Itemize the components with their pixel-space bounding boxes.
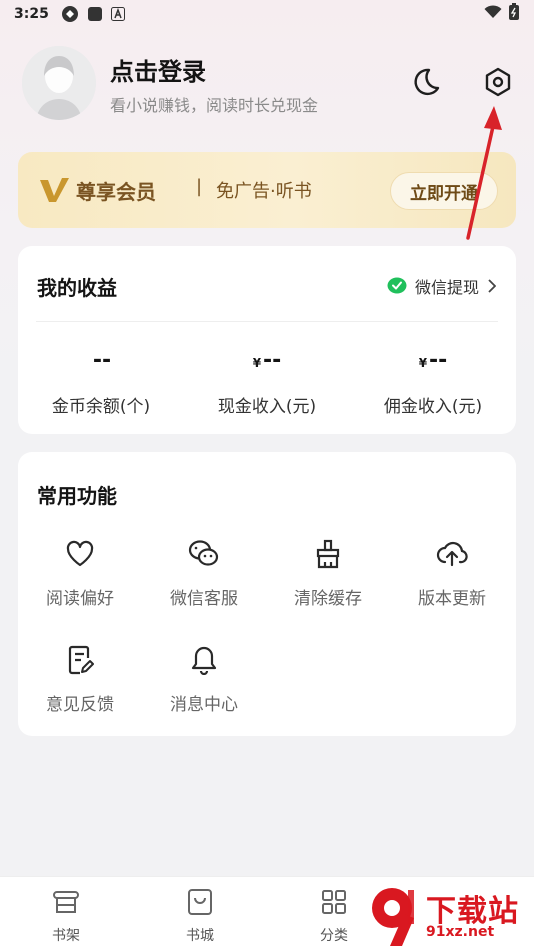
func-reading-preference[interactable]: 阅读偏好 xyxy=(18,534,142,609)
stat-value: -- xyxy=(92,348,112,373)
app-icon xyxy=(61,5,79,23)
vip-banner[interactable]: 尊享会员 | 免广告·听书 立即开通 xyxy=(18,152,516,228)
func-clear-cache[interactable]: 清除缓存 xyxy=(266,534,390,609)
moon-icon xyxy=(411,67,441,101)
func-label: 消息中心 xyxy=(170,695,238,715)
divider xyxy=(36,321,498,322)
vip-subtitle: 免广告·听书 xyxy=(216,181,312,202)
profile-header: 点击登录 看小说赚钱，阅读时长兑现金 xyxy=(22,46,512,126)
wifi-icon xyxy=(484,5,502,23)
feedback-icon xyxy=(18,640,142,680)
a-icon xyxy=(110,7,125,21)
func-label: 意见反馈 xyxy=(46,695,114,715)
watermark-url: 91xz.net xyxy=(426,924,495,940)
battery-icon xyxy=(508,3,520,25)
func-label: 阅读偏好 xyxy=(46,589,114,609)
functions-title: 常用功能 xyxy=(37,484,117,508)
stat-value: ¥-- xyxy=(252,348,282,373)
func-label: 微信客服 xyxy=(170,589,238,609)
login-subtitle: 看小说赚钱，阅读时长兑现金 xyxy=(110,96,319,115)
stat-coin-balance[interactable]: -- 金币余额(个) xyxy=(18,348,184,417)
tab-bookshelf[interactable]: 书架 xyxy=(16,887,116,945)
tab-label: 书城 xyxy=(186,928,214,944)
watermark-logo xyxy=(360,884,424,950)
stat-value: ¥-- xyxy=(418,348,448,373)
stat-label: 现金收入(元) xyxy=(217,397,317,417)
vip-open-button[interactable]: 立即开通 xyxy=(390,172,498,210)
cloud-upload-icon xyxy=(390,534,514,574)
func-label: 清除缓存 xyxy=(294,589,362,609)
stat-label: 佣金收入(元) xyxy=(383,397,483,417)
common-functions-card: 常用功能 阅读偏好 微信客服 清除缓存 版本更新 意见反馈 消息中心 xyxy=(18,452,516,736)
watermark: 下载站 91xz.net xyxy=(360,884,528,948)
bookstore-icon xyxy=(185,887,215,917)
stat-cash-income[interactable]: ¥-- 现金收入(元) xyxy=(184,348,350,417)
vip-label: 尊享会员 xyxy=(76,180,156,204)
stat-label: 金币余额(个) xyxy=(51,397,151,417)
bell-icon xyxy=(142,640,266,680)
func-wechat-service[interactable]: 微信客服 xyxy=(142,534,266,609)
login-title[interactable]: 点击登录 xyxy=(110,52,206,87)
vip-separator: | xyxy=(196,176,203,197)
heart-icon xyxy=(18,534,142,574)
earnings-card: 我的收益 微信提现 -- 金币余额(个) ¥-- 现金收入(元) ¥-- 佣金收… xyxy=(18,246,516,434)
bookshelf-icon xyxy=(51,887,81,917)
func-feedback[interactable]: 意见反馈 xyxy=(18,640,142,715)
earnings-title: 我的收益 xyxy=(37,276,117,300)
func-version-update[interactable]: 版本更新 xyxy=(390,534,514,609)
hexagon-settings-icon xyxy=(482,66,514,102)
chevron-right-icon xyxy=(487,279,496,293)
settings-button[interactable] xyxy=(480,66,516,102)
func-message-center[interactable]: 消息中心 xyxy=(142,640,266,715)
broom-icon xyxy=(266,534,390,574)
tab-label: 书架 xyxy=(52,928,80,944)
square-icon xyxy=(87,6,103,22)
wechat-icon xyxy=(387,277,407,295)
avatar[interactable] xyxy=(22,46,96,120)
status-time: 3:25 xyxy=(14,6,49,22)
grid-icon xyxy=(319,887,349,917)
wechat-withdraw-label: 微信提现 xyxy=(414,278,479,297)
vip-v-icon xyxy=(38,174,70,210)
tab-bookstore[interactable]: 书城 xyxy=(150,887,250,945)
stat-commission-income[interactable]: ¥-- 佣金收入(元) xyxy=(350,348,516,417)
func-label: 版本更新 xyxy=(418,589,486,609)
wechat-icon xyxy=(142,534,266,574)
status-bar: 3:25 xyxy=(0,0,534,28)
wechat-withdraw-link[interactable]: 微信提现 xyxy=(387,274,496,298)
night-mode-button[interactable] xyxy=(408,66,444,102)
